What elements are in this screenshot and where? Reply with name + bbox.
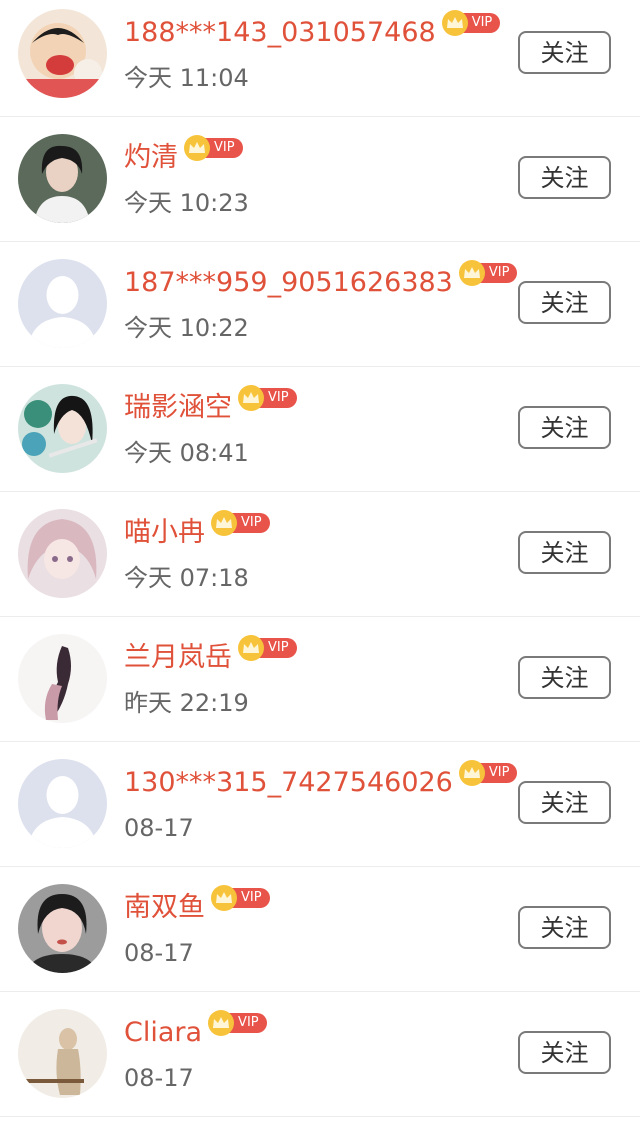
follow-time: 今天 10:22: [124, 314, 249, 342]
crown-icon: [238, 635, 264, 661]
avatar[interactable]: [18, 134, 107, 223]
vip-badge: VIP: [211, 510, 270, 536]
follow-button[interactable]: 关注: [518, 781, 611, 824]
list-item[interactable]: 瑞影涵空 VIP 今天 08:41 关注: [0, 367, 640, 492]
follow-time: 08-17: [124, 814, 194, 842]
crown-icon: [238, 385, 264, 411]
follow-time: 今天 07:18: [124, 564, 249, 592]
avatar[interactable]: [18, 634, 107, 723]
crown-icon: [458, 260, 485, 286]
follow-button[interactable]: 关注: [518, 906, 611, 949]
follower-list: 188***143_031057468 VIP 今天 11:04 关注 灼清 V…: [0, 0, 640, 1117]
user-name[interactable]: 瑞影涵空: [124, 390, 232, 426]
crown-icon: [184, 135, 210, 161]
follow-button[interactable]: 关注: [518, 31, 611, 74]
follow-button[interactable]: 关注: [518, 406, 611, 449]
avatar[interactable]: [18, 509, 107, 598]
list-item[interactable]: 130***315_7427546026 VIP 08-17 关注: [0, 742, 640, 867]
user-name[interactable]: 灼清: [124, 140, 178, 176]
list-item[interactable]: 灼清 VIP 今天 10:23 关注: [0, 117, 640, 242]
user-name[interactable]: Cliara: [124, 1015, 202, 1051]
name-line: 187***959_9051626383 VIP: [124, 260, 518, 301]
name-line: 130***315_7427546026 VIP: [124, 760, 518, 801]
avatar[interactable]: [18, 759, 107, 848]
crown-icon: [208, 1010, 235, 1036]
vip-badge: VIP: [211, 885, 270, 911]
user-name[interactable]: 兰月岚岳: [124, 640, 232, 676]
follow-button[interactable]: 关注: [518, 1031, 611, 1074]
vip-badge: VIP: [208, 1010, 267, 1036]
photo-avatar-icon: [18, 884, 107, 973]
crown-icon: [211, 885, 237, 911]
default-avatar-icon: [18, 259, 107, 348]
vip-badge: VIP: [441, 10, 501, 36]
name-line: 188***143_031057468 VIP: [124, 10, 501, 51]
name-line: 灼清 VIP: [124, 135, 243, 176]
crown-icon: [458, 760, 485, 786]
list-item[interactable]: 187***959_9051626383 VIP 今天 10:22 关注: [0, 242, 640, 367]
name-line: Cliara VIP: [124, 1010, 267, 1051]
follow-time: 08-17: [124, 939, 194, 967]
crown-icon: [211, 510, 237, 536]
user-name[interactable]: 喵小冉: [124, 515, 205, 551]
vip-badge: VIP: [238, 385, 297, 411]
name-line: 南双鱼 VIP: [124, 885, 270, 926]
follow-button[interactable]: 关注: [518, 156, 611, 199]
illustration-avatar-icon: [18, 634, 107, 723]
crown-icon: [441, 10, 468, 36]
vip-badge: VIP: [458, 760, 518, 786]
list-item[interactable]: 188***143_031057468 VIP 今天 11:04 关注: [0, 0, 640, 117]
follow-time: 今天 10:23: [124, 189, 249, 217]
follow-time: 今天 08:41: [124, 439, 249, 467]
avatar[interactable]: [18, 1009, 107, 1098]
avatar[interactable]: [18, 9, 107, 98]
vip-badge: VIP: [184, 135, 243, 161]
name-line: 瑞影涵空 VIP: [124, 385, 297, 426]
list-item[interactable]: Cliara VIP 08-17 关注: [0, 992, 640, 1117]
name-line: 兰月岚岳 VIP: [124, 635, 297, 676]
list-item[interactable]: 喵小冉 VIP 今天 07:18 关注: [0, 492, 640, 617]
default-avatar-icon: [18, 759, 107, 848]
list-item[interactable]: 南双鱼 VIP 08-17 关注: [0, 867, 640, 992]
user-name[interactable]: 187***959_9051626383: [124, 265, 453, 301]
avatar[interactable]: [18, 384, 107, 473]
follow-time: 昨天 22:19: [124, 689, 249, 717]
user-name[interactable]: 130***315_7427546026: [124, 765, 453, 801]
name-line: 喵小冉 VIP: [124, 510, 270, 551]
vip-badge: VIP: [238, 635, 297, 661]
follow-button[interactable]: 关注: [518, 531, 611, 574]
avatar[interactable]: [18, 884, 107, 973]
user-name[interactable]: 188***143_031057468: [124, 15, 436, 51]
illustration-avatar-icon: [18, 384, 107, 473]
cartoon-avatar-icon: [18, 9, 107, 98]
photo-avatar-icon: [18, 1009, 107, 1098]
photo-avatar-icon: [18, 134, 107, 223]
vip-badge: VIP: [458, 260, 518, 286]
follow-button[interactable]: 关注: [518, 656, 611, 699]
follow-time: 今天 11:04: [124, 64, 249, 92]
follow-button[interactable]: 关注: [518, 281, 611, 324]
illustration-avatar-icon: [18, 509, 107, 598]
list-item[interactable]: 兰月岚岳 VIP 昨天 22:19 关注: [0, 617, 640, 742]
avatar[interactable]: [18, 259, 107, 348]
follow-time: 08-17: [124, 1064, 194, 1092]
user-name[interactable]: 南双鱼: [124, 890, 205, 926]
